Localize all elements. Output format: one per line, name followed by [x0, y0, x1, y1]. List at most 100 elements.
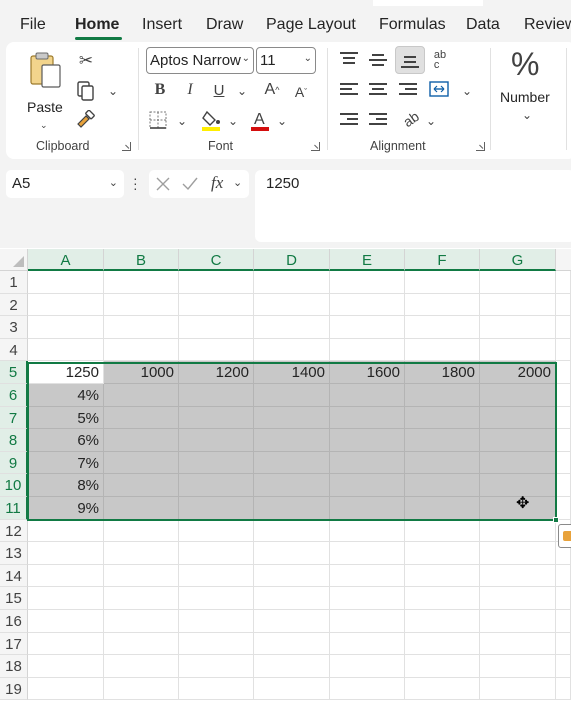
cell-a11[interactable]: 9% [28, 497, 104, 520]
tab-home[interactable]: Home [75, 16, 119, 34]
cell-h8[interactable] [556, 429, 571, 452]
cell-b6[interactable] [104, 384, 179, 407]
cell-f16[interactable] [405, 610, 480, 633]
row-header-12[interactable]: 12 [0, 519, 28, 543]
cell-h5[interactable] [556, 361, 571, 384]
tab-data[interactable]: Data [466, 16, 500, 34]
cell-c11[interactable] [179, 497, 254, 520]
quick-analysis-icon[interactable] [558, 524, 571, 548]
cell-f9[interactable] [405, 451, 480, 475]
insert-function-icon[interactable]: fx [211, 173, 223, 193]
cell-d14[interactable] [254, 564, 330, 588]
cell-h16[interactable] [556, 610, 571, 633]
more-options-icon[interactable]: · · · [133, 171, 138, 195]
select-all-button[interactable] [0, 249, 28, 271]
cell-g15[interactable] [480, 587, 556, 610]
cell-c12[interactable] [179, 519, 254, 543]
alignment-launcher-icon[interactable] [476, 142, 485, 151]
cell-c6[interactable] [179, 384, 254, 407]
row-header-14[interactable]: 14 [0, 564, 28, 588]
cell-a3[interactable] [28, 316, 104, 339]
cancel-icon[interactable] [155, 176, 171, 192]
cell-c14[interactable] [179, 564, 254, 588]
cell-h2[interactable] [556, 293, 571, 317]
cell-h4[interactable] [556, 338, 571, 362]
cell-a12[interactable] [28, 519, 104, 543]
decrease-indent-icon[interactable] [340, 113, 358, 127]
cell-f10[interactable] [405, 474, 480, 497]
row-header-10[interactable]: 10 [0, 474, 28, 497]
cell-f18[interactable] [405, 655, 480, 678]
cell-h18[interactable] [556, 655, 571, 678]
tab-insert[interactable]: Insert [142, 16, 182, 34]
row-header-13[interactable]: 13 [0, 542, 28, 565]
cell-c4[interactable] [179, 338, 254, 362]
cell-d7[interactable] [254, 406, 330, 430]
cell-a15[interactable] [28, 587, 104, 610]
cell-a2[interactable] [28, 293, 104, 317]
enter-icon[interactable] [181, 176, 199, 192]
cell-f3[interactable] [405, 316, 480, 339]
column-header-b[interactable]: B [104, 249, 179, 271]
cell-d15[interactable] [254, 587, 330, 610]
cell-c17[interactable] [179, 632, 254, 656]
tab-page-layout[interactable]: Page Layout [266, 16, 356, 34]
cell-h19[interactable] [556, 677, 571, 701]
number-format-chevron-icon[interactable]: ⌄ [522, 108, 532, 122]
cell-g1[interactable] [480, 271, 556, 294]
cell-h10[interactable] [556, 474, 571, 497]
paste-button[interactable]: Paste ⌄ [20, 48, 68, 130]
column-header-h[interactable] [556, 249, 571, 271]
cell-g8[interactable] [480, 429, 556, 452]
cell-d11[interactable] [254, 497, 330, 520]
cell-a16[interactable] [28, 610, 104, 633]
cell-c15[interactable] [179, 587, 254, 610]
row-header-15[interactable]: 15 [0, 587, 28, 610]
cell-e8[interactable] [330, 429, 405, 452]
borders-chevron-icon[interactable]: ⌄ [177, 114, 187, 128]
cell-b14[interactable] [104, 564, 179, 588]
column-header-c[interactable]: C [179, 249, 254, 271]
borders-icon[interactable] [148, 110, 170, 130]
cell-f17[interactable] [405, 632, 480, 656]
row-header-16[interactable]: 16 [0, 610, 28, 633]
tab-review[interactable]: Review [524, 16, 571, 34]
cell-h17[interactable] [556, 632, 571, 656]
cell-g5[interactable]: 2000 [480, 361, 556, 384]
row-header-11[interactable]: 11 [0, 497, 28, 520]
cell-d10[interactable] [254, 474, 330, 497]
row-header-5[interactable]: 5 [0, 361, 28, 384]
cell-f15[interactable] [405, 587, 480, 610]
cell-f7[interactable] [405, 406, 480, 430]
fill-handle[interactable] [553, 517, 559, 523]
cell-c19[interactable] [179, 677, 254, 701]
row-header-4[interactable]: 4 [0, 338, 28, 362]
cell-a8[interactable]: 6% [28, 429, 104, 452]
cell-b4[interactable] [104, 338, 179, 362]
cell-g2[interactable] [480, 293, 556, 317]
cell-d5[interactable]: 1400 [254, 361, 330, 384]
cell-d17[interactable] [254, 632, 330, 656]
column-header-f[interactable]: F [405, 249, 480, 271]
cell-f8[interactable] [405, 429, 480, 452]
cell-c3[interactable] [179, 316, 254, 339]
cell-c16[interactable] [179, 610, 254, 633]
cell-h9[interactable] [556, 451, 571, 475]
cell-b5[interactable]: 1000 [104, 361, 179, 384]
font-launcher-icon[interactable] [311, 142, 320, 151]
top-align-icon[interactable] [340, 52, 358, 66]
chevron-down-icon[interactable]: ⌄ [109, 176, 118, 189]
cell-e4[interactable] [330, 338, 405, 362]
cell-a6[interactable]: 4% [28, 384, 104, 407]
row-header-6[interactable]: 6 [0, 384, 28, 407]
paste-chevron-icon[interactable]: ⌄ [40, 120, 48, 131]
cell-b10[interactable] [104, 474, 179, 497]
cell-c10[interactable] [179, 474, 254, 497]
cell-c13[interactable] [179, 542, 254, 565]
cell-g19[interactable] [480, 677, 556, 701]
cell-a9[interactable]: 7% [28, 451, 104, 475]
row-header-1[interactable]: 1 [0, 271, 28, 294]
cell-d12[interactable] [254, 519, 330, 543]
copy-icon[interactable] [76, 80, 96, 102]
cell-e5[interactable]: 1600 [330, 361, 405, 384]
